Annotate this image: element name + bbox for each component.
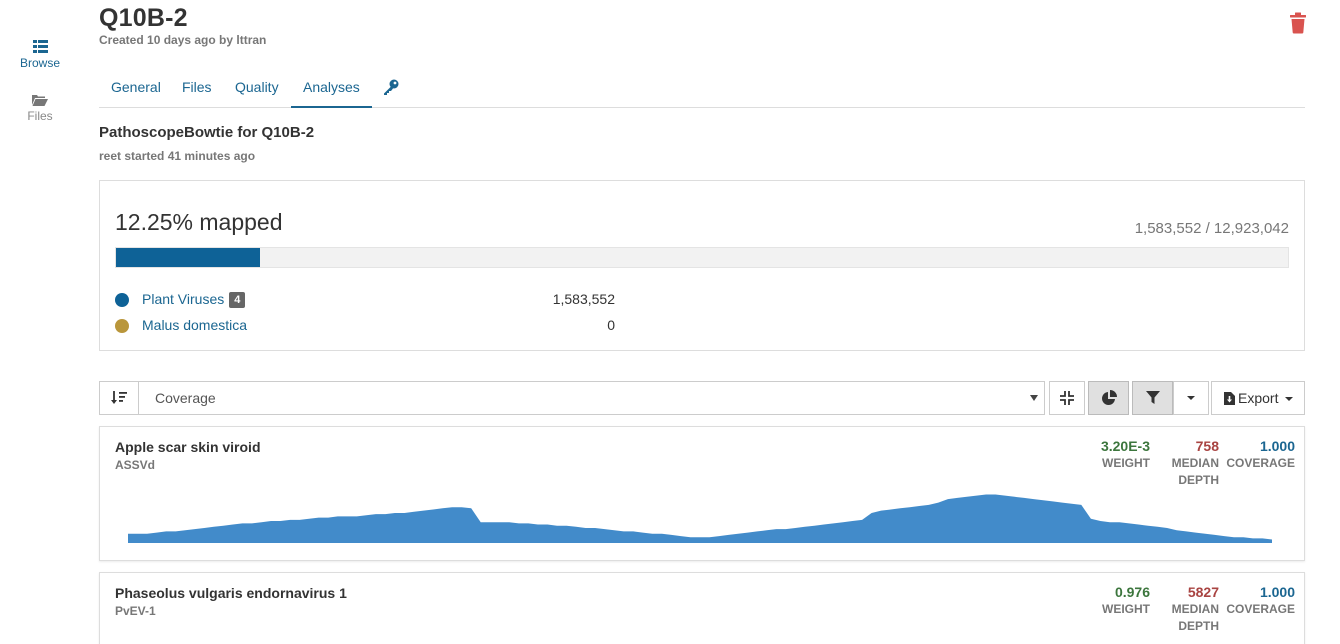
chevron-down-icon [1030, 395, 1038, 401]
export-label: Export [1238, 390, 1279, 406]
legend-link-plant-viruses[interactable]: Plant Viruses 4 [142, 291, 246, 308]
hit-abbreviation: PvEV-1 [115, 604, 156, 618]
hit-name: Phaseolus vulgaris endornavirus 1 [115, 585, 347, 601]
coverage-value: 1.000 [1259, 438, 1295, 454]
sample-subtitle: Created 10 days ago by lttran [99, 33, 267, 47]
hit-card[interactable]: Apple scar skin viroid ASSVd 3.20E-3 WEI… [99, 426, 1305, 561]
table-list-icon [32, 40, 48, 53]
coverage-label: COVERAGE [1226, 456, 1295, 470]
mapping-progress-bar [115, 247, 1289, 268]
sort-direction-button[interactable] [99, 381, 139, 415]
sort-descending-icon [111, 391, 127, 404]
legend-dot [115, 319, 129, 333]
filter-button[interactable] [1132, 381, 1173, 415]
sample-title: Q10B-2 [99, 4, 188, 32]
sort-key-value: Coverage [155, 390, 216, 406]
nav-browse[interactable]: Browse [0, 40, 80, 70]
file-download-icon [1224, 392, 1235, 405]
count-badge: 4 [229, 292, 246, 308]
nav-files[interactable]: Files [0, 94, 80, 123]
caret-down-icon [1285, 397, 1293, 401]
compress-icon [1060, 391, 1074, 405]
sample-tabs: General Files Quality Analyses [99, 68, 1305, 108]
collapse-button[interactable] [1049, 381, 1085, 415]
tab-files[interactable]: Files [170, 68, 224, 108]
coverage-area [128, 494, 1272, 543]
legend-item-plant-viruses: Plant Viruses 4 1,583,552 [115, 290, 615, 310]
legend-value: 1,583,552 [552, 291, 615, 307]
nav-files-label: Files [27, 109, 53, 123]
coverage-area-chart [128, 494, 1272, 543]
pie-chart-icon [1101, 390, 1117, 405]
mapped-count: 1,583,552 / 12,923,042 [1134, 220, 1289, 237]
analysis-toolbar: Coverage Export [99, 381, 1305, 415]
depth-label-2: DEPTH [1178, 473, 1219, 487]
key-icon[interactable] [382, 78, 400, 96]
export-button[interactable]: Export [1211, 381, 1305, 415]
filter-options-dropdown[interactable] [1173, 381, 1209, 415]
legend-dot [115, 293, 129, 307]
coverage-metric: 1.000 COVERAGE [1205, 584, 1295, 618]
caret-down-icon [1187, 396, 1195, 400]
analysis-subtitle: reet started 41 minutes ago [99, 149, 256, 163]
legend-name: Plant Viruses [142, 291, 225, 307]
coverage-value: 1.000 [1259, 584, 1295, 600]
tab-general[interactable]: General [99, 68, 173, 108]
nav-browse-label: Browse [19, 56, 60, 70]
hit-abbreviation: ASSVd [115, 458, 156, 472]
depth-label-2: DEPTH [1178, 619, 1219, 633]
analysis-title: PathoscopeBowtie for Q10B-2 [99, 124, 315, 141]
filter-icon [1145, 391, 1160, 404]
hit-name: Apple scar skin viroid [115, 439, 261, 455]
legend-item-malus-domestica: Malus domestica 0 [115, 316, 615, 336]
toggle-chart-button[interactable] [1088, 381, 1129, 415]
coverage-metric: 1.000 COVERAGE [1205, 438, 1295, 472]
hit-card[interactable]: Phaseolus vulgaris endornavirus 1 PvEV-1… [99, 572, 1305, 644]
trash-icon[interactable] [1288, 12, 1308, 34]
sort-key-select[interactable]: Coverage [138, 381, 1045, 415]
mapped-percent: 12.25% mapped [115, 209, 283, 235]
tab-quality[interactable]: Quality [223, 68, 291, 108]
coverage-label: COVERAGE [1226, 602, 1295, 616]
mapping-progress-fill [116, 248, 260, 267]
legend-value: 0 [607, 317, 615, 333]
mapping-panel: 12.25% mapped 1,583,552 / 12,923,042 Pla… [99, 180, 1305, 351]
legend-link-malus-domestica[interactable]: Malus domestica [142, 317, 247, 333]
folder-open-icon [32, 95, 48, 106]
tab-analyses[interactable]: Analyses [291, 68, 372, 108]
